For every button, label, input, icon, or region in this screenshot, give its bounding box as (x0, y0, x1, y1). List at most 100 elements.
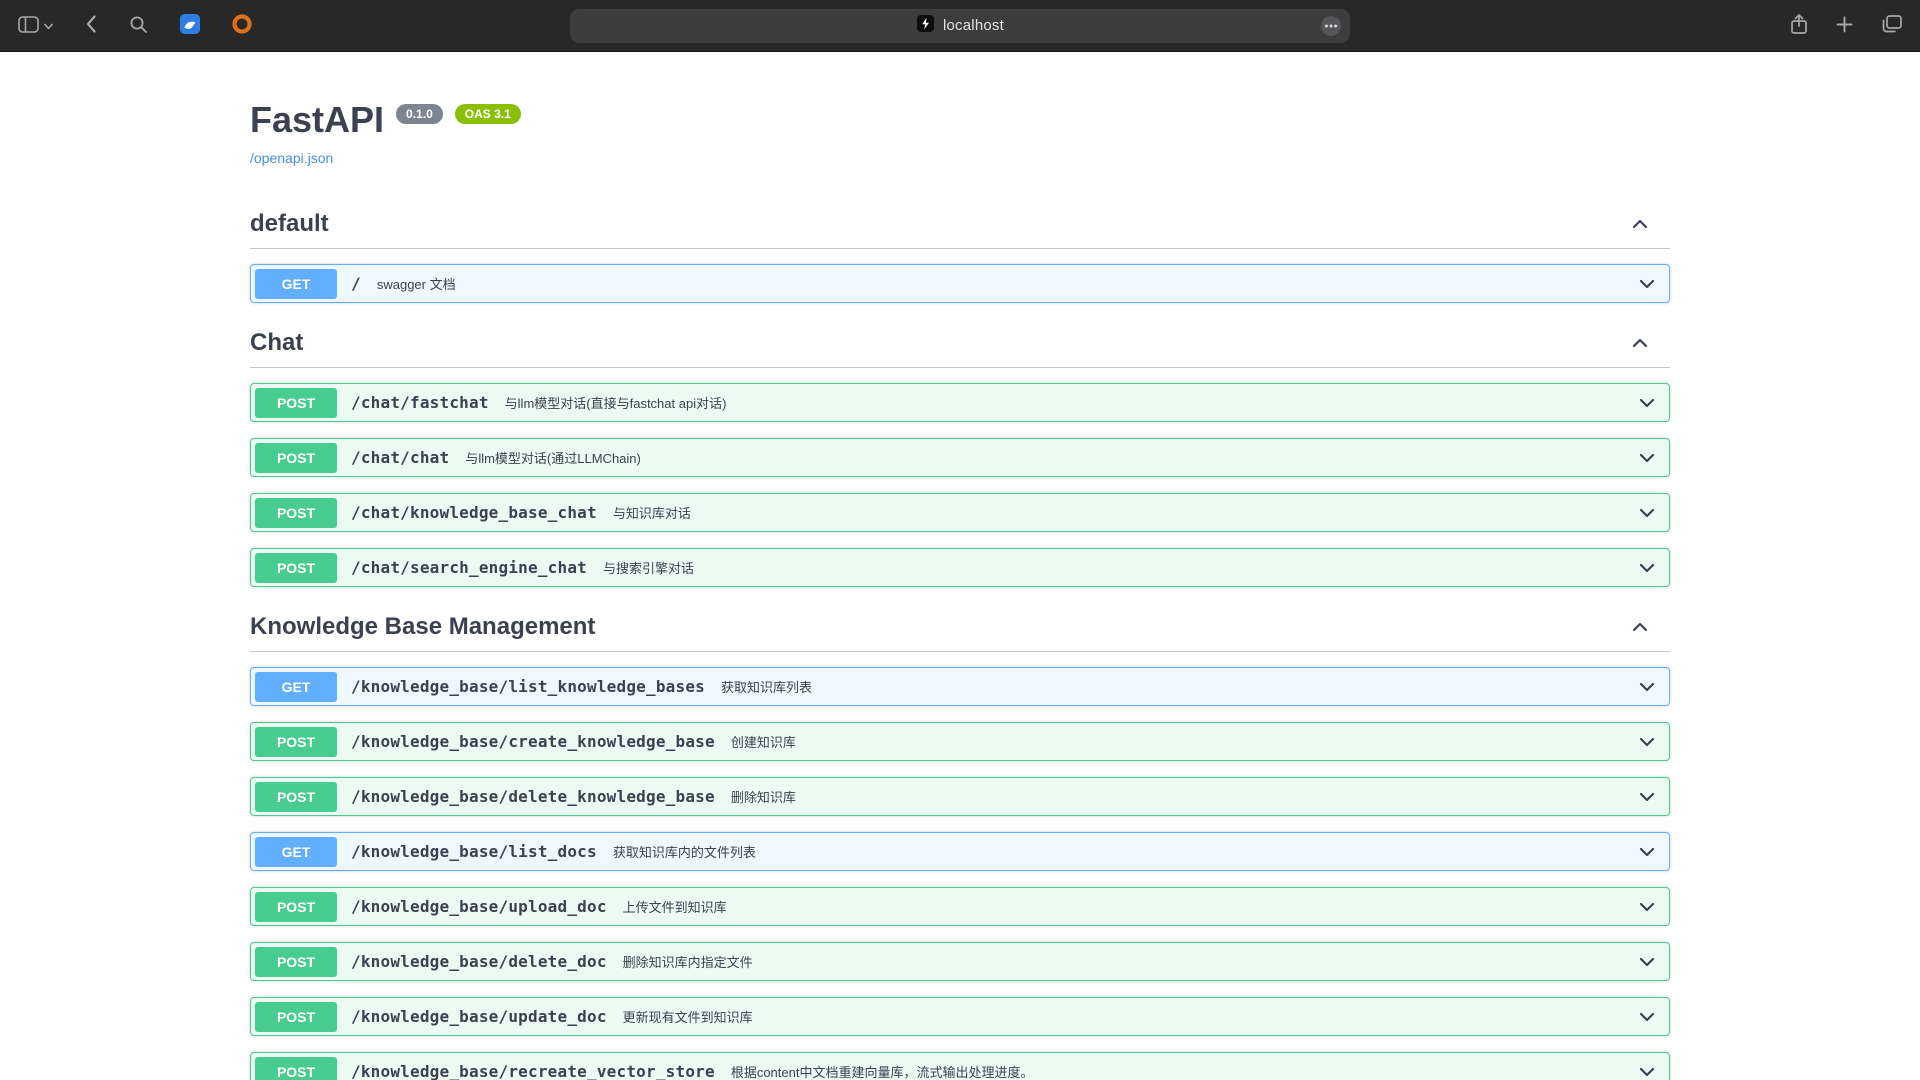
back-button[interactable] (81, 10, 101, 41)
method-badge: POST (255, 443, 337, 473)
method-badge: POST (255, 1057, 337, 1080)
toolbar-right-group (1350, 9, 1906, 42)
tab-overview-button[interactable] (1877, 11, 1906, 41)
tag-section: Knowledge Base Management GET /knowledge… (250, 603, 1670, 1080)
operation-path: /knowledge_base/update_doc (351, 1007, 607, 1026)
api-title-text: FastAPI (250, 102, 384, 138)
tab-overview-icon (1881, 15, 1902, 37)
operation-row[interactable]: GET /knowledge_base/list_docs 获取知识库内的文件列… (250, 832, 1670, 871)
operation-description: 获取知识库列表 (721, 677, 1637, 696)
extension-orange-button[interactable] (228, 10, 256, 41)
method-badge: GET (255, 837, 337, 867)
operation-description: 删除知识库 (731, 787, 1637, 806)
sidebar-icon (18, 16, 39, 36)
expand-operation-icon[interactable] (1637, 1062, 1657, 1080)
operation-path: /knowledge_base/recreate_vector_store (351, 1062, 715, 1080)
address-bar[interactable]: localhost (570, 9, 1350, 43)
expand-operation-icon[interactable] (1637, 448, 1657, 468)
operation-description: 与知识库对话 (613, 503, 1637, 522)
page-menu-button[interactable] (1320, 15, 1342, 40)
method-badge: POST (255, 892, 337, 922)
section-operations: POST /chat/fastchat 与llm模型对话(直接与fastchat… (250, 368, 1670, 587)
api-title: FastAPI 0.1.0 OAS 3.1 (250, 102, 1670, 138)
method-badge: POST (255, 388, 337, 418)
tag-header[interactable]: Chat (250, 319, 1670, 368)
expand-operation-icon[interactable] (1637, 787, 1657, 807)
operation-row[interactable]: POST /chat/chat 与llm模型对话(通过LLMChain) (250, 438, 1670, 477)
operation-row[interactable]: POST /knowledge_base/recreate_vector_sto… (250, 1052, 1670, 1080)
operation-row[interactable]: POST /knowledge_base/delete_knowledge_ba… (250, 777, 1670, 816)
ellipsis-circle-icon (1320, 25, 1342, 40)
operation-description: 删除知识库内指定文件 (623, 952, 1637, 971)
operation-row[interactable]: POST /chat/search_engine_chat 与搜索引擎对话 (250, 548, 1670, 587)
sidebar-toggle-button[interactable] (14, 12, 57, 40)
method-badge: POST (255, 947, 337, 977)
operation-path: /knowledge_base/create_knowledge_base (351, 732, 715, 751)
plus-icon (1836, 16, 1853, 36)
extension-blue-button[interactable] (176, 10, 204, 41)
operation-path: /chat/search_engine_chat (351, 558, 587, 577)
method-badge: POST (255, 1002, 337, 1032)
operation-description: 上传文件到知识库 (623, 897, 1637, 916)
tag-section: Chat POST /chat/fastchat 与llm模型对话(直接与fas… (250, 319, 1670, 587)
expand-operation-icon[interactable] (1637, 897, 1657, 917)
section-operations: GET /knowledge_base/list_knowledge_bases… (250, 652, 1670, 1080)
expand-operation-icon[interactable] (1637, 393, 1657, 413)
collapse-section-icon[interactable] (1630, 617, 1650, 637)
tag-header[interactable]: default (250, 200, 1670, 249)
collapse-section-icon[interactable] (1630, 333, 1650, 353)
share-button[interactable] (1786, 9, 1812, 42)
method-badge: POST (255, 498, 337, 528)
expand-operation-icon[interactable] (1637, 1007, 1657, 1027)
search-button[interactable] (125, 11, 152, 41)
collapse-section-icon[interactable] (1630, 214, 1650, 234)
operation-row[interactable]: GET /knowledge_base/list_knowledge_bases… (250, 667, 1670, 706)
swagger-page: FastAPI 0.1.0 OAS 3.1 /openapi.json defa… (0, 52, 1920, 1080)
operation-row[interactable]: POST /chat/knowledge_base_chat 与知识库对话 (250, 493, 1670, 532)
api-info: FastAPI 0.1.0 OAS 3.1 /openapi.json (250, 102, 1670, 168)
expand-operation-icon[interactable] (1637, 952, 1657, 972)
expand-operation-icon[interactable] (1637, 274, 1657, 294)
back-icon (85, 14, 97, 37)
expand-operation-icon[interactable] (1637, 842, 1657, 862)
operation-description: 获取知识库内的文件列表 (613, 842, 1637, 861)
operation-path: /knowledge_base/list_knowledge_bases (351, 677, 705, 696)
site-favicon-icon (916, 14, 935, 38)
openapi-spec-link[interactable]: /openapi.json (250, 150, 333, 166)
expand-operation-icon[interactable] (1637, 503, 1657, 523)
operation-row[interactable]: POST /knowledge_base/create_knowledge_ba… (250, 722, 1670, 761)
operation-description: 与搜索引擎对话 (603, 558, 1637, 577)
operation-row[interactable]: POST /knowledge_base/update_doc 更新现有文件到知… (250, 997, 1670, 1036)
operation-path: /chat/knowledge_base_chat (351, 503, 597, 522)
operation-row[interactable]: POST /knowledge_base/upload_doc 上传文件到知识库 (250, 887, 1670, 926)
method-badge: GET (255, 269, 337, 299)
method-badge: POST (255, 782, 337, 812)
operation-path: / (351, 274, 361, 293)
operation-row[interactable]: POST /knowledge_base/delete_doc 删除知识库内指定… (250, 942, 1670, 981)
section-operations: GET / swagger 文档 (250, 249, 1670, 303)
version-badge: 0.1.0 (396, 104, 443, 124)
new-tab-button[interactable] (1832, 12, 1857, 40)
operation-row[interactable]: POST /chat/fastchat 与llm模型对话(直接与fastchat… (250, 383, 1670, 422)
operation-path: /knowledge_base/list_docs (351, 842, 597, 861)
share-icon (1790, 13, 1808, 38)
method-badge: POST (255, 553, 337, 583)
operation-path: /knowledge_base/delete_doc (351, 952, 607, 971)
section-title: Knowledge Base Management (250, 613, 595, 641)
operation-path: /chat/fastchat (351, 393, 489, 412)
tag-section: default GET / swagger 文档 (250, 200, 1670, 303)
extension-blue-icon (180, 14, 200, 37)
expand-operation-icon[interactable] (1637, 732, 1657, 752)
operation-description: 根据content中文档重建向量库，流式输出处理进度。 (731, 1062, 1637, 1080)
section-title: Chat (250, 329, 303, 357)
tag-header[interactable]: Knowledge Base Management (250, 603, 1670, 652)
expand-operation-icon[interactable] (1637, 558, 1657, 578)
operation-row[interactable]: GET / swagger 文档 (250, 264, 1670, 303)
operation-description: 与llm模型对话(通过LLMChain) (465, 448, 1637, 467)
expand-operation-icon[interactable] (1637, 677, 1657, 697)
browser-toolbar: localhost (0, 0, 1920, 52)
toolbar-left-group (14, 10, 570, 41)
method-badge: POST (255, 727, 337, 757)
operation-description: 更新现有文件到知识库 (623, 1007, 1637, 1026)
section-title: default (250, 210, 329, 238)
